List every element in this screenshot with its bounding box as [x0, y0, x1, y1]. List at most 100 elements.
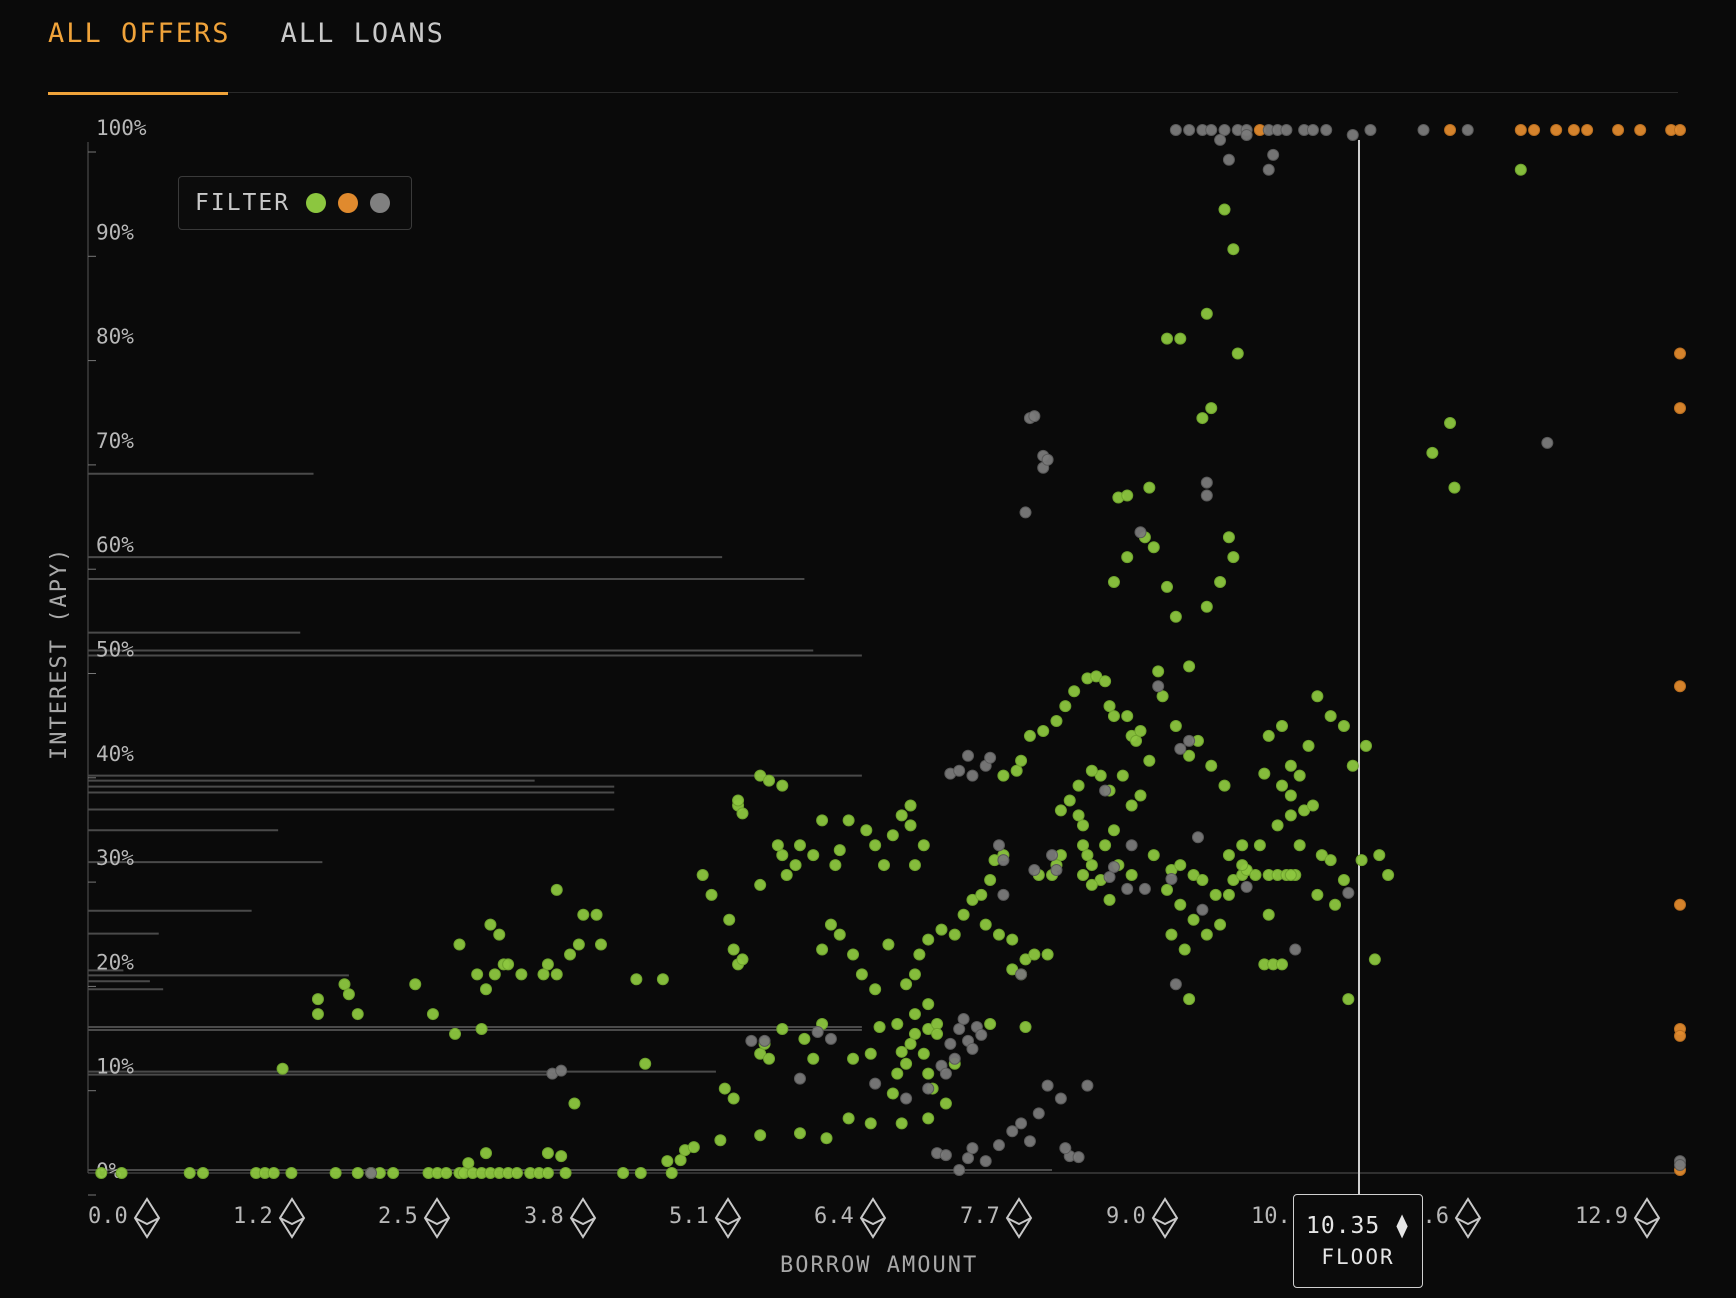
gray-point [1107, 861, 1120, 874]
green-point [776, 1022, 789, 1035]
green-point [736, 807, 749, 820]
green-point [1311, 888, 1324, 901]
green-point [1085, 878, 1098, 891]
green-point [1222, 849, 1235, 862]
gray-point [1023, 1135, 1036, 1148]
green-point [1169, 610, 1182, 623]
green-point [842, 814, 855, 827]
green-point [1174, 859, 1187, 872]
green-point [1028, 948, 1041, 961]
gray-point [1346, 128, 1359, 141]
green-point [267, 1167, 280, 1179]
gray-point [953, 764, 966, 777]
green-point [1134, 789, 1147, 802]
gray-point [1320, 124, 1333, 136]
gray-point [1200, 476, 1213, 489]
green-point [1015, 754, 1028, 767]
filter-green-toggle[interactable] [306, 193, 327, 213]
green-point [793, 839, 806, 852]
gray-point [1041, 453, 1054, 466]
gray-point [745, 1034, 758, 1047]
gray-point [944, 1037, 957, 1050]
green-point [864, 1047, 877, 1060]
y-tick-label: 60% [96, 533, 134, 557]
green-point [1187, 913, 1200, 926]
green-point [922, 933, 935, 946]
green-point [1116, 769, 1129, 782]
orange-point [1444, 124, 1457, 136]
green-point [630, 973, 643, 986]
green-point [1205, 402, 1218, 415]
green-point [807, 849, 820, 862]
green-point [1262, 908, 1275, 921]
green-point [541, 1167, 554, 1179]
filter-orange-toggle[interactable] [338, 193, 359, 213]
green-point [426, 1008, 439, 1021]
green-point [878, 859, 890, 872]
gray-point [1028, 864, 1041, 877]
green-point [793, 1127, 806, 1140]
green-point [661, 1155, 674, 1168]
gray-point [1183, 734, 1196, 747]
eth-icon [133, 1197, 161, 1239]
gray-point [1342, 886, 1355, 899]
gray-point [1417, 124, 1430, 136]
y-tick-label: 50% [96, 638, 134, 662]
green-point [1205, 759, 1218, 772]
green-point [895, 809, 908, 822]
green-point [789, 859, 802, 872]
green-point [471, 968, 484, 981]
gray-point [869, 1077, 882, 1090]
orange-point [1674, 402, 1686, 415]
x-tick-label: 7.7 [960, 1204, 1000, 1229]
gray-point [811, 1025, 824, 1038]
green-point [864, 1117, 877, 1130]
green-point [1010, 764, 1023, 777]
x-tick-label: 3.8 [524, 1204, 564, 1229]
orange-point [1634, 124, 1647, 136]
gray-point [997, 888, 1010, 901]
gray-point [1174, 742, 1187, 755]
green-point [1152, 665, 1165, 678]
green-point [1311, 690, 1324, 703]
green-point [1077, 819, 1089, 832]
green-point [1085, 859, 1098, 872]
green-point [1161, 580, 1174, 593]
gray-point [900, 1092, 913, 1105]
green-point [1077, 869, 1089, 881]
green-point [387, 1167, 400, 1179]
green-point [196, 1167, 209, 1179]
gray-point [1280, 124, 1293, 136]
gray-point [953, 1022, 966, 1035]
gray-point [1072, 1151, 1085, 1164]
gray-point [1461, 124, 1474, 136]
green-point [342, 988, 355, 1001]
green-point [718, 1082, 731, 1095]
eth-icon [1151, 1197, 1179, 1239]
green-point [1023, 729, 1036, 742]
green-point [807, 1052, 820, 1065]
filter-gray-toggle[interactable] [370, 193, 391, 213]
gray-point [1262, 163, 1275, 176]
gray-point [1674, 1159, 1686, 1172]
gray-point [1191, 831, 1204, 844]
gray-point [1169, 978, 1182, 991]
gray-point [1028, 410, 1041, 423]
filter-panel: FILTER [178, 176, 412, 230]
green-point [908, 1008, 921, 1021]
gray-point [1046, 849, 1059, 862]
eth-icon [1633, 1197, 1661, 1239]
x-tick-label: 6.4 [814, 1204, 854, 1229]
green-point [891, 1018, 904, 1030]
green-point [1258, 767, 1271, 780]
green-point [1081, 849, 1094, 862]
green-point [1276, 720, 1288, 732]
green-point [285, 1167, 298, 1179]
green-point [754, 878, 767, 891]
floor-marker[interactable]: 10.35 ⧫ FLOOR [1293, 1194, 1423, 1288]
green-point [115, 1167, 128, 1179]
green-point [1218, 779, 1231, 792]
green-point [1342, 993, 1355, 1006]
gray-point [1200, 489, 1213, 502]
green-point [1019, 1020, 1032, 1033]
